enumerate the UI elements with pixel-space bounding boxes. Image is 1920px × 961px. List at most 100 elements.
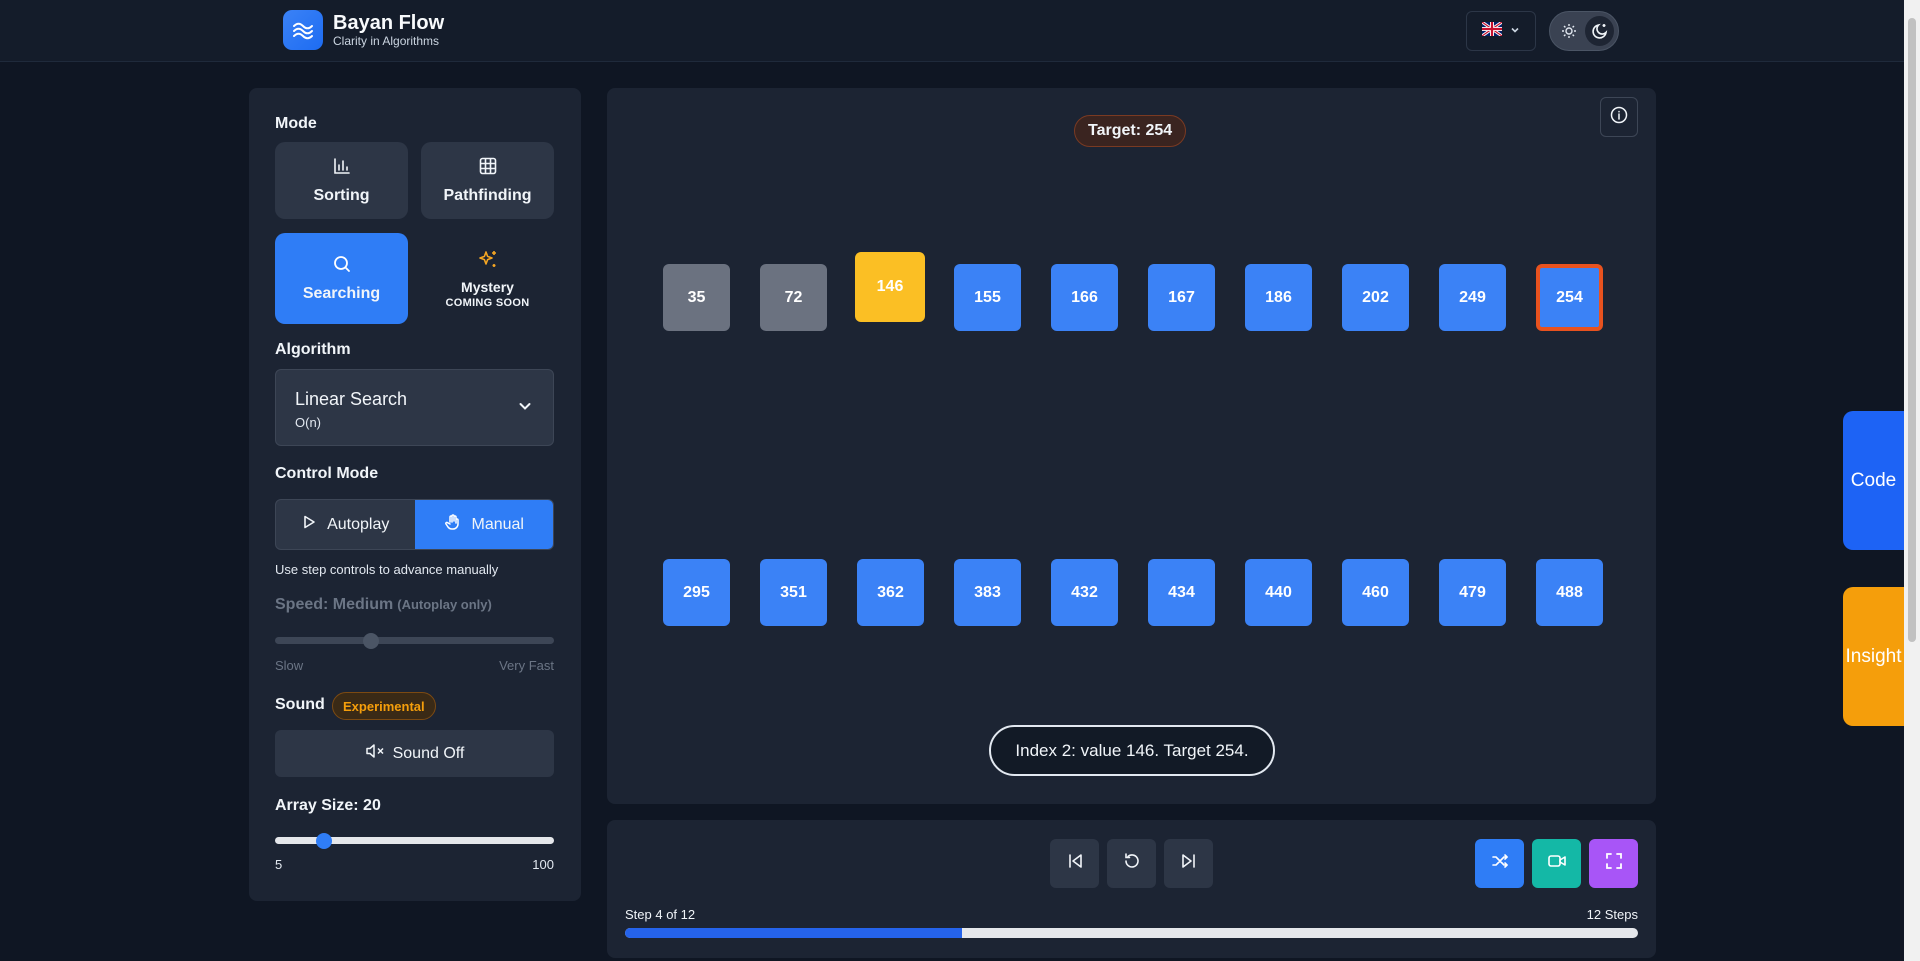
sound-button-label: Sound Off	[392, 744, 465, 762]
array-cell-default: 440	[1245, 559, 1312, 626]
mode-mystery-button[interactable]: Mystery COMING SOON	[421, 233, 554, 324]
app-subtitle: Clarity in Algorithms	[333, 34, 440, 48]
page-scrollbar[interactable]	[1904, 0, 1920, 961]
mode-label: Searching	[302, 285, 381, 302]
autoplay-label: Autoplay	[327, 515, 390, 533]
grid-icon	[478, 156, 498, 181]
array-cell-default: 295	[663, 559, 730, 626]
array-cell-default: 155	[954, 264, 1021, 331]
control-mode-title: Control Mode	[275, 465, 379, 482]
step-forward-button[interactable]	[1164, 839, 1213, 888]
bar-chart-icon	[332, 156, 352, 181]
array-cell-default: 362	[857, 559, 924, 626]
array-cell-visited: 35	[663, 264, 730, 331]
array-cell-default: 202	[1342, 264, 1409, 331]
step-forward-icon	[1179, 851, 1199, 876]
target-badge: Target: 254	[1074, 115, 1187, 147]
record-video-button[interactable]	[1532, 839, 1581, 888]
app-title: Bayan Flow	[333, 12, 445, 34]
search-icon	[332, 254, 352, 279]
array-cell-default: 479	[1439, 559, 1506, 626]
speed-title: Speed: Medium (Autoplay only)	[275, 596, 492, 614]
algorithm-select[interactable]: Linear Search O(n)	[275, 369, 554, 446]
code-tab[interactable]: Code	[1843, 411, 1904, 550]
coming-soon-badge: COMING SOON	[445, 297, 530, 309]
array-size-title: Array Size: 20	[275, 797, 381, 814]
sound-title: Sound	[275, 696, 325, 713]
shuffle-button[interactable]	[1475, 839, 1524, 888]
playback-controls-panel: Step 4 of 12 12 Steps	[607, 820, 1656, 958]
sidebar-panel: Mode Sorting Pathfinding Searching Myste…	[249, 88, 581, 901]
speed-slider-thumb[interactable]	[363, 633, 379, 649]
step-counter: Step 4 of 12	[625, 907, 696, 922]
array-size-max-label: 100	[532, 857, 554, 872]
step-back-button[interactable]	[1050, 839, 1099, 888]
theme-toggle[interactable]	[1549, 11, 1619, 51]
brand[interactable]: Bayan Flow Clarity in Algorithms	[283, 10, 444, 50]
sun-icon[interactable]	[1554, 16, 1583, 46]
uk-flag-icon	[1481, 20, 1503, 41]
info-button[interactable]	[1600, 97, 1638, 137]
speed-min-label: Slow	[275, 658, 304, 673]
volume-mute-icon	[365, 742, 385, 765]
array-cell-visited: 72	[760, 264, 827, 331]
video-icon	[1547, 851, 1567, 876]
array-cell-default: 434	[1148, 559, 1215, 626]
progress-fill	[625, 928, 963, 938]
hand-icon	[444, 513, 462, 536]
fullscreen-button[interactable]	[1589, 839, 1638, 888]
array-cell-default: 432	[1051, 559, 1118, 626]
speed-slider[interactable]	[275, 637, 554, 644]
sparkles-icon	[476, 248, 500, 277]
speed-label: Speed: Medium	[275, 596, 394, 613]
play-icon	[301, 514, 317, 535]
mode-label: Mystery	[461, 279, 514, 295]
mode-pathfinding-button[interactable]: Pathfinding	[421, 142, 554, 219]
wave-logo-icon	[283, 10, 323, 50]
array-cell-default: 351	[760, 559, 827, 626]
reset-icon	[1122, 851, 1142, 876]
chevron-down-icon	[517, 398, 533, 419]
control-hint: Use step controls to advance manually	[275, 562, 499, 577]
array-cell-default: 249	[1439, 264, 1506, 331]
fullscreen-icon	[1604, 851, 1624, 876]
total-steps: 12 Steps	[1586, 907, 1638, 922]
array-size-slider-thumb[interactable]	[316, 833, 332, 849]
experimental-badge: Experimental	[332, 692, 436, 720]
scrollbar-thumb[interactable]	[1908, 18, 1916, 642]
visualization-panel: Target: 254 35 72 146 155 166 167 186 202 249 254…	[607, 88, 1656, 804]
speed-note: (Autoplay only)	[397, 597, 492, 612]
array-cell-default: 383	[954, 559, 1021, 626]
reset-button[interactable]	[1107, 839, 1156, 888]
chevron-down-icon	[1510, 22, 1520, 40]
array-size-min-label: 5	[275, 857, 283, 872]
manual-button[interactable]: Manual	[414, 500, 553, 549]
insight-tab[interactable]: Insight	[1843, 587, 1904, 726]
array-cell-default: 166	[1051, 264, 1118, 331]
language-selector[interactable]	[1466, 11, 1536, 51]
control-mode-toggle: Autoplay Manual	[275, 499, 554, 550]
array-cell-default: 186	[1245, 264, 1312, 331]
array-cell-current: 146	[855, 252, 925, 322]
autoplay-button[interactable]: Autoplay	[276, 500, 415, 549]
mode-label: Pathfinding	[443, 187, 532, 204]
manual-label: Manual	[471, 515, 524, 533]
array-cell-default: 460	[1342, 559, 1409, 626]
step-status-message: Index 2: value 146. Target 254.	[989, 725, 1275, 776]
algorithm-name: Linear Search	[295, 389, 408, 409]
mode-sorting-button[interactable]: Sorting	[275, 142, 408, 219]
moon-icon[interactable]	[1585, 16, 1614, 46]
algorithm-complexity: O(n)	[295, 415, 321, 430]
info-icon	[1610, 106, 1628, 129]
array-cell-default: 167	[1148, 264, 1215, 331]
array-cell-default: 488	[1536, 559, 1603, 626]
speed-max-label: Very Fast	[499, 658, 554, 673]
top-header: Bayan Flow Clarity in Algorithms	[0, 0, 1904, 62]
sound-toggle-button[interactable]: Sound Off	[275, 730, 554, 777]
mode-label: Sorting	[313, 187, 370, 204]
array-cell-target: 254	[1536, 264, 1603, 331]
mode-searching-button[interactable]: Searching	[275, 233, 408, 324]
step-back-icon	[1065, 851, 1085, 876]
mode-title: Mode	[275, 115, 317, 132]
progress-bar	[625, 928, 1638, 938]
